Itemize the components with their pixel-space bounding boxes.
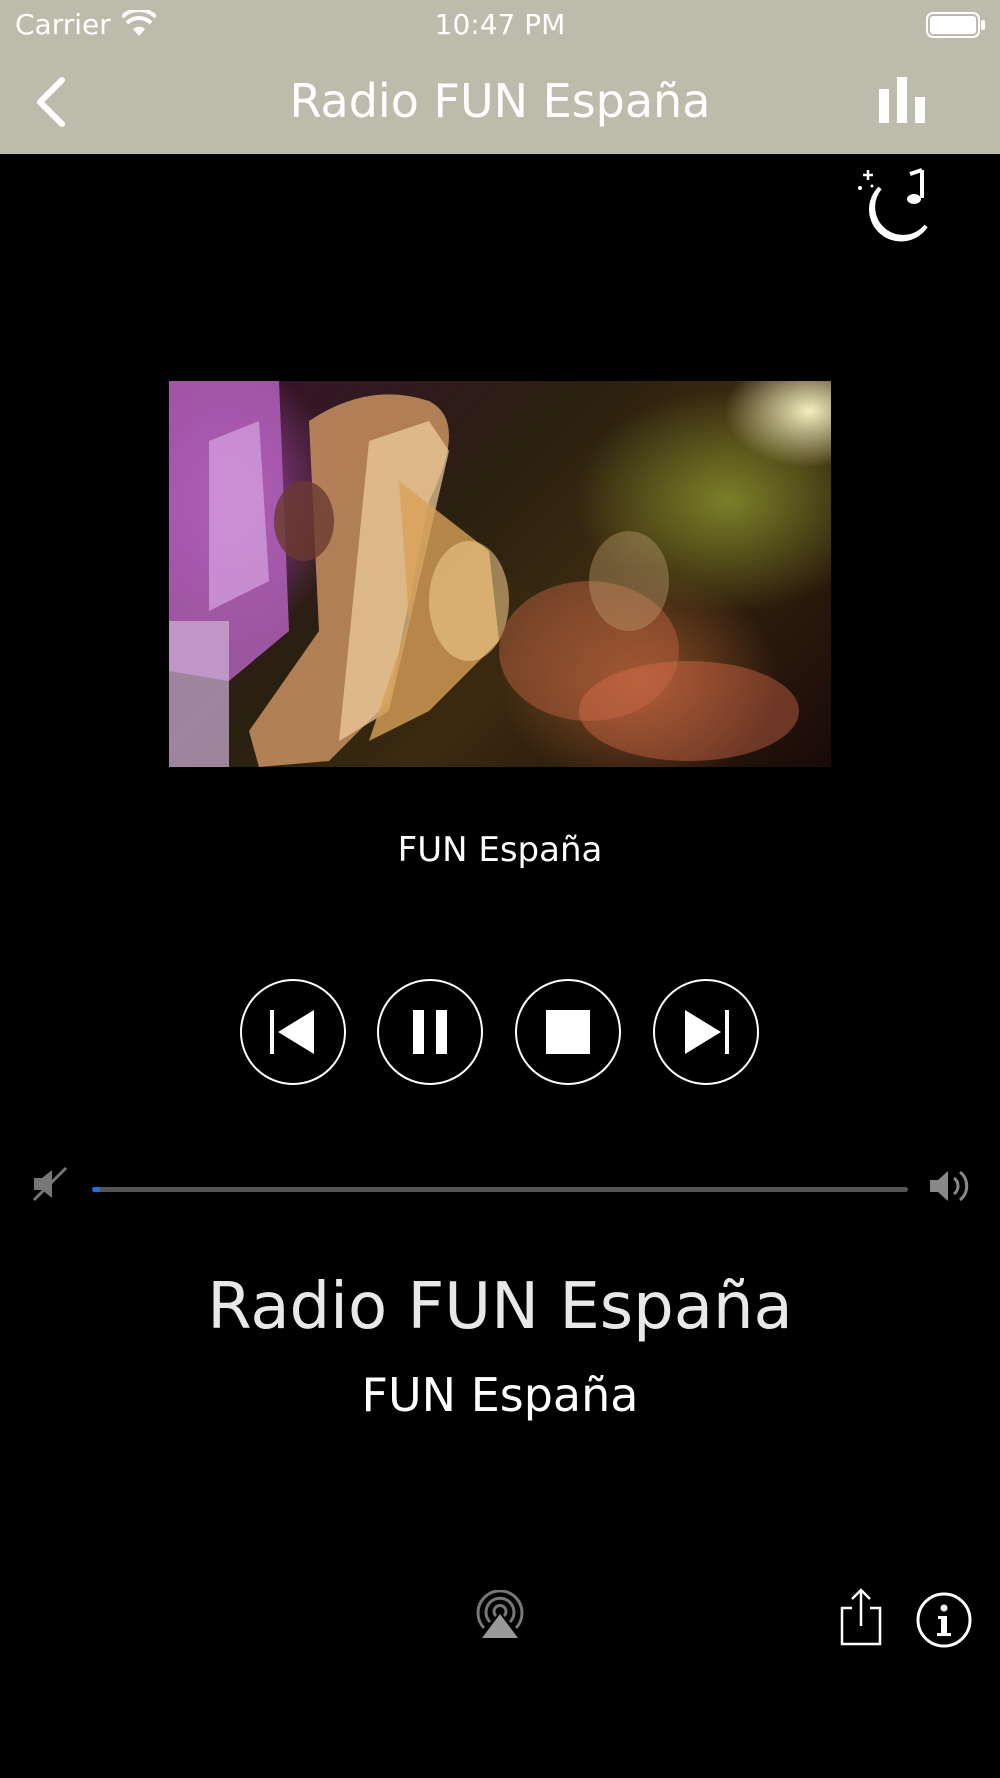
skip-back-icon	[270, 1010, 314, 1054]
status-time: 10:47 PM	[434, 8, 566, 41]
equalizer-button[interactable]	[872, 70, 932, 130]
saxophone-photo	[169, 381, 799, 767]
equalizer-icon	[879, 77, 925, 123]
skip-forward-icon	[685, 1010, 729, 1054]
station-name: Radio FUN España	[207, 1270, 793, 1344]
volume-slider[interactable]	[92, 1187, 908, 1192]
stop-button[interactable]	[515, 979, 621, 1085]
status-bar: Carrier 10:47 PM	[0, 0, 1000, 52]
moon-music-icon	[858, 168, 928, 242]
share-icon[interactable]	[838, 1588, 884, 1646]
speaker-muted-icon[interactable]	[32, 1166, 68, 1202]
stop-icon	[546, 1010, 590, 1054]
battery-icon	[926, 12, 985, 38]
volume-fill	[92, 1187, 101, 1192]
previous-button[interactable]	[240, 979, 346, 1085]
page-title: Radio FUN España	[289, 74, 711, 128]
header: Carrier 10:47 PM Radio FUN España	[0, 0, 1000, 154]
speaker-loud-icon[interactable]	[928, 1166, 972, 1206]
info-icon[interactable]	[916, 1592, 972, 1648]
pause-button[interactable]	[377, 979, 483, 1085]
pause-icon	[413, 1010, 447, 1054]
sleep-timer-button[interactable]	[850, 166, 930, 246]
station-subtitle: FUN España	[361, 1368, 639, 1422]
station-artwork	[169, 381, 831, 767]
airplay-icon[interactable]	[474, 1590, 526, 1638]
next-button[interactable]	[653, 979, 759, 1085]
stream-label: FUN España	[397, 830, 603, 870]
nav-bar: Radio FUN España	[0, 52, 1000, 154]
